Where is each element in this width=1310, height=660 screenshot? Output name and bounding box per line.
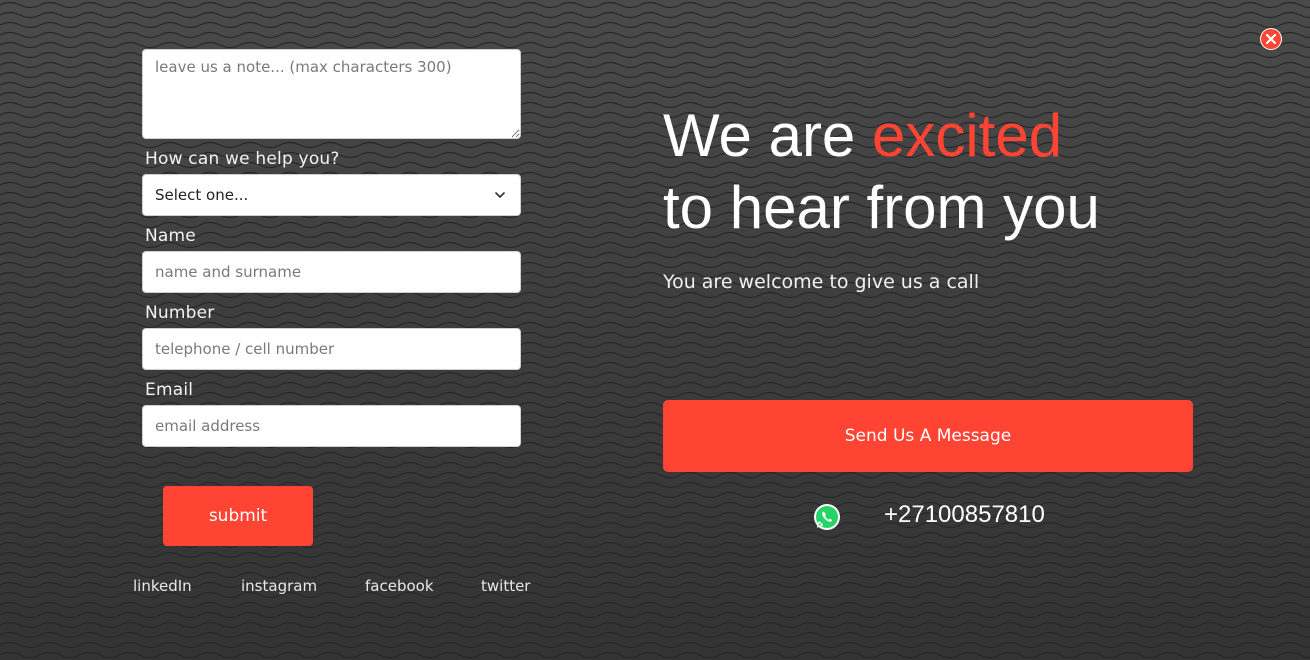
email-label: Email <box>145 380 194 400</box>
hero-title-line2: to hear from you <box>663 174 1100 241</box>
name-label: Name <box>145 226 196 246</box>
whatsapp-icon[interactable] <box>813 503 841 531</box>
hero-title-part1: We are <box>663 102 872 169</box>
help-select[interactable]: Select one... <box>142 174 521 216</box>
hero-title-accent: excited <box>871 102 1063 169</box>
submit-button[interactable]: submit <box>163 486 313 546</box>
note-textarea[interactable] <box>142 49 521 139</box>
social-link-twitter[interactable]: twitter <box>481 577 530 595</box>
hero-title: We are excited to hear from you <box>663 100 1100 244</box>
email-input[interactable] <box>142 405 521 447</box>
number-input[interactable] <box>142 328 521 370</box>
help-label: How can we help you? <box>145 149 340 169</box>
name-input[interactable] <box>142 251 521 293</box>
help-select-value: Select one... <box>155 186 249 204</box>
phone-number[interactable]: +27100857810 <box>884 501 1045 529</box>
social-link-facebook[interactable]: facebook <box>365 577 434 595</box>
social-link-linkedin[interactable]: linkedIn <box>133 577 192 595</box>
close-icon <box>1265 33 1277 45</box>
number-label: Number <box>145 303 215 323</box>
hero-subtitle: You are welcome to give us a call <box>663 271 980 293</box>
social-link-instagram[interactable]: instagram <box>241 577 317 595</box>
chevron-down-icon <box>495 192 505 198</box>
close-button[interactable] <box>1261 29 1281 49</box>
send-message-button[interactable]: Send Us A Message <box>663 400 1193 472</box>
